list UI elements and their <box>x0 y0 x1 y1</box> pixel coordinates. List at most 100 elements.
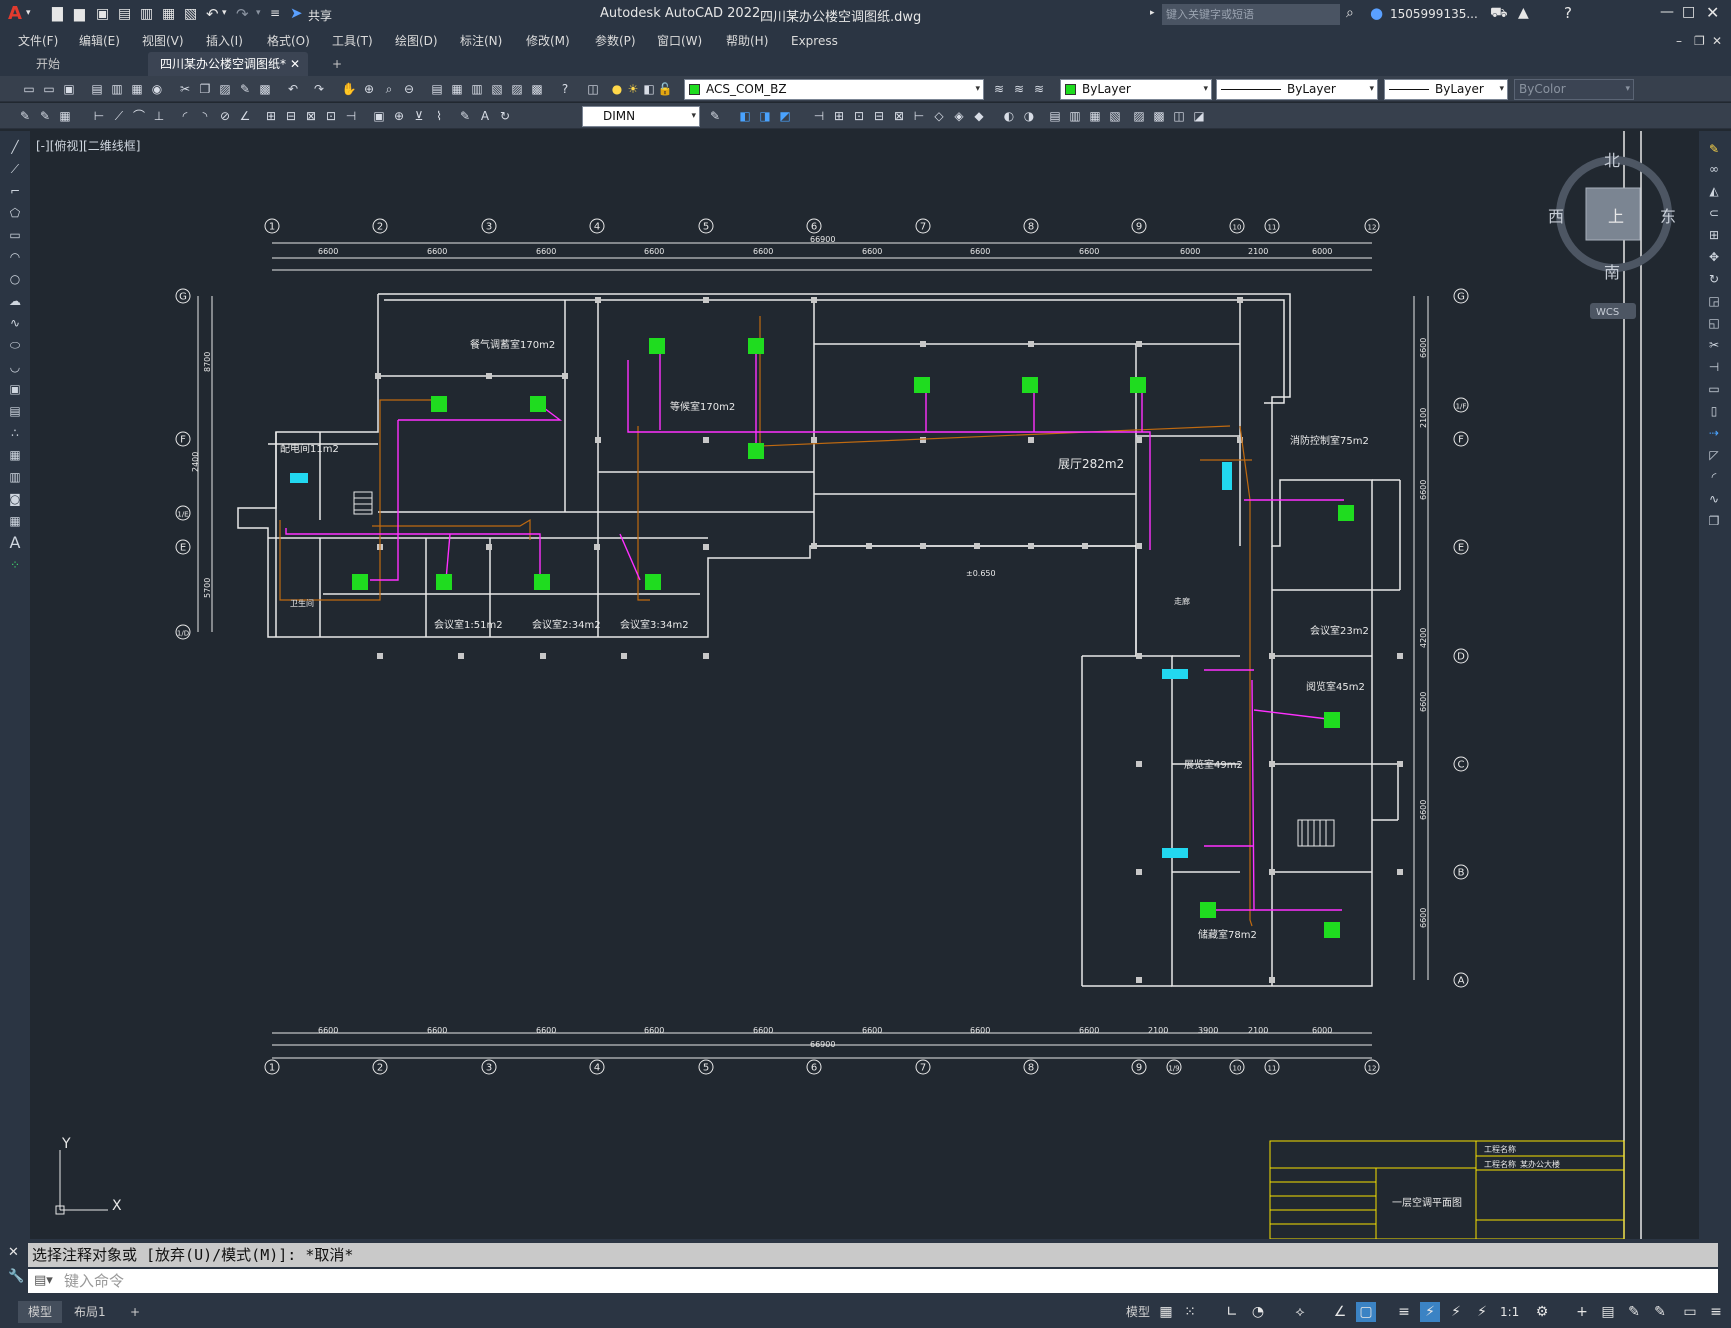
spline-icon[interactable]: ∿ <box>6 315 24 331</box>
add-selected-icon[interactable]: ⁘ <box>6 557 24 573</box>
point-icon[interactable]: ∴ <box>6 425 24 441</box>
draworder-front-icon[interactable]: ▤ <box>1046 107 1064 125</box>
polyline-icon[interactable]: ⌐ <box>6 183 24 199</box>
group-icon[interactable]: ▨ <box>1130 107 1148 125</box>
search-icon[interactable]: ⌕ <box>1346 5 1354 21</box>
autodesk-app-icon[interactable]: ▲ <box>1518 5 1529 21</box>
annotation-monitor-icon[interactable]: + <box>1572 1302 1592 1322</box>
qnew-icon[interactable]: ▭ <box>20 80 38 98</box>
workspace-gear-icon[interactable]: ⚙ <box>1532 1302 1552 1322</box>
table-icon[interactable]: ▦ <box>56 107 74 125</box>
print-icon[interactable]: ▤ <box>88 80 106 98</box>
chamfer-icon[interactable]: ◸ <box>1705 447 1723 463</box>
paste-icon[interactable]: ▨ <box>216 80 234 98</box>
polar-icon[interactable]: ◔ <box>1248 1302 1268 1322</box>
osnap-track-icon[interactable]: ∠ <box>1330 1302 1350 1322</box>
ortho-icon[interactable]: ∟ <box>1222 1302 1242 1322</box>
stretch-icon[interactable]: ◱ <box>1705 315 1723 331</box>
inspect-icon[interactable]: ⊻ <box>410 107 428 125</box>
tab-layout1[interactable]: 布局1 <box>64 1301 116 1323</box>
region-icon[interactable]: ◙ <box>6 491 24 507</box>
plotstyle-combo[interactable]: ByColor ▾ <box>1514 79 1634 100</box>
3d-print-icon[interactable]: ◉ <box>148 80 166 98</box>
match-prop-icon[interactable]: ✎ <box>236 80 254 98</box>
dim-style-manager-icon[interactable]: ✎ <box>706 107 724 125</box>
modify-align-icon[interactable]: ⊣ <box>810 107 828 125</box>
modify-join-icon[interactable]: ◈ <box>950 107 968 125</box>
redo-tb-icon[interactable]: ↷ <box>310 80 328 98</box>
menu-modify[interactable]: 修改(M) <box>526 31 570 51</box>
jogged-icon[interactable]: ◝ <box>196 107 214 125</box>
menu-express[interactable]: Express <box>791 31 838 51</box>
lock-ui-icon[interactable]: ✎ <box>1650 1302 1670 1322</box>
viewcube[interactable]: 上 北 南 东 西 WCS <box>1548 151 1676 319</box>
command-history-icon[interactable]: ▤▾ <box>34 1273 53 1288</box>
arc-icon[interactable]: ◠ <box>6 249 24 265</box>
block-editor-icon[interactable]: ▩ <box>256 80 274 98</box>
user-icon[interactable]: ● <box>1370 4 1383 22</box>
help-search-input[interactable]: 键入关键字或短语 <box>1162 4 1340 25</box>
tool-palette-icon[interactable]: ▥ <box>468 80 486 98</box>
doc-close-icon[interactable]: ✕ <box>1712 31 1722 51</box>
insert-block-icon[interactable]: ▣ <box>6 381 24 397</box>
trim-icon[interactable]: ✂ <box>1705 337 1723 353</box>
continue-icon[interactable]: ⊠ <box>302 107 320 125</box>
open-web-icon[interactable]: ▥ <box>140 6 153 22</box>
tab-close-icon[interactable]: ✕ <box>290 52 300 76</box>
erase-icon[interactable]: ✎ <box>1705 141 1723 157</box>
share-button[interactable]: 共享 <box>308 7 332 24</box>
scale-icon[interactable]: ◲ <box>1705 293 1723 309</box>
modify-array-icon[interactable]: ⊞ <box>830 107 848 125</box>
user-name[interactable]: 1505999135... <box>1390 7 1478 21</box>
gradient-icon[interactable]: ▥ <box>6 469 24 485</box>
ellipse-arc-icon[interactable]: ◡ <box>6 359 24 375</box>
dimstyle-combo[interactable]: DIMN ▾ <box>582 106 700 127</box>
tab-start[interactable]: 开始 <box>24 52 72 76</box>
layer-states-icon[interactable]: ≋ <box>1030 80 1048 98</box>
save-tb-icon[interactable]: ▣ <box>60 80 78 98</box>
zoom-window-icon[interactable]: ⌕ <box>380 80 398 98</box>
auto-scale-icon[interactable]: ⚡ <box>1472 1302 1492 1322</box>
modify-copy-icon[interactable]: ◨ <box>756 107 774 125</box>
menu-edit[interactable]: 编辑(E) <box>79 31 120 51</box>
tab-model[interactable]: 模型 <box>18 1301 63 1323</box>
selection-cycling-icon[interactable]: ⚡ <box>1420 1302 1440 1322</box>
join-icon[interactable]: ⇢ <box>1705 425 1723 441</box>
modify-break-icon[interactable]: ◇ <box>930 107 948 125</box>
drawing-canvas[interactable]: [-][俯视][二维线框] 1 2 3 4 5 6 7 8 9 10 11 12 1234567891… <box>30 131 1699 1239</box>
make-current-icon[interactable]: ≋ <box>990 80 1008 98</box>
menu-window[interactable]: 窗口(W) <box>657 31 702 51</box>
modify-scale-icon[interactable]: ⊡ <box>850 107 868 125</box>
diameter-icon[interactable]: ⊘ <box>216 107 234 125</box>
autocad-logo-icon[interactable]: A <box>8 3 22 24</box>
osnap-icon[interactable]: ▢ <box>1356 1302 1376 1322</box>
redo-icon[interactable]: ↷ <box>236 5 249 23</box>
new-tab-button[interactable]: + <box>320 52 354 76</box>
properties-icon[interactable]: ▤ <box>428 80 446 98</box>
grid-icon[interactable]: ▦ <box>1156 1302 1176 1322</box>
mirror-icon[interactable]: ◭ <box>1705 183 1723 199</box>
circle-icon[interactable]: ○ <box>6 271 24 287</box>
annotation-scale[interactable]: 1:1 <box>1500 1305 1519 1319</box>
close-icon[interactable]: ✕ <box>1706 3 1719 22</box>
menu-dimension[interactable]: 标注(N) <box>460 31 502 51</box>
save-web-icon[interactable]: ▦ <box>162 6 175 22</box>
offset-icon[interactable]: ⊂ <box>1705 205 1723 221</box>
radius-icon[interactable]: ◜ <box>176 107 194 125</box>
share-icon[interactable]: ➤ <box>290 4 303 22</box>
customization-icon[interactable]: ≡ <box>1706 1302 1726 1322</box>
quick-props-icon[interactable]: ✎ <box>1624 1302 1644 1322</box>
menu-tools[interactable]: 工具(T) <box>332 31 373 51</box>
layer-combo[interactable]: ACS_COM_BZ ▾ <box>684 79 984 100</box>
doc-restore-icon[interactable]: ❐ <box>1694 31 1705 51</box>
draworder-back-icon[interactable]: ▥ <box>1066 107 1084 125</box>
modify-blend-icon[interactable]: ◑ <box>1020 107 1038 125</box>
lineweight-combo[interactable]: ByLayer ▾ <box>1384 79 1508 100</box>
lineweight-icon[interactable]: ≡ <box>1394 1302 1414 1322</box>
customize-command-icon[interactable]: 🔧 <box>8 1269 24 1284</box>
dim-space-icon[interactable]: ⊡ <box>322 107 340 125</box>
undo-tb-icon[interactable]: ↶ <box>284 80 302 98</box>
menu-view[interactable]: 视图(V) <box>142 31 184 51</box>
group-select-icon[interactable]: ◪ <box>1190 107 1208 125</box>
line-icon[interactable]: ╱ <box>6 139 24 155</box>
